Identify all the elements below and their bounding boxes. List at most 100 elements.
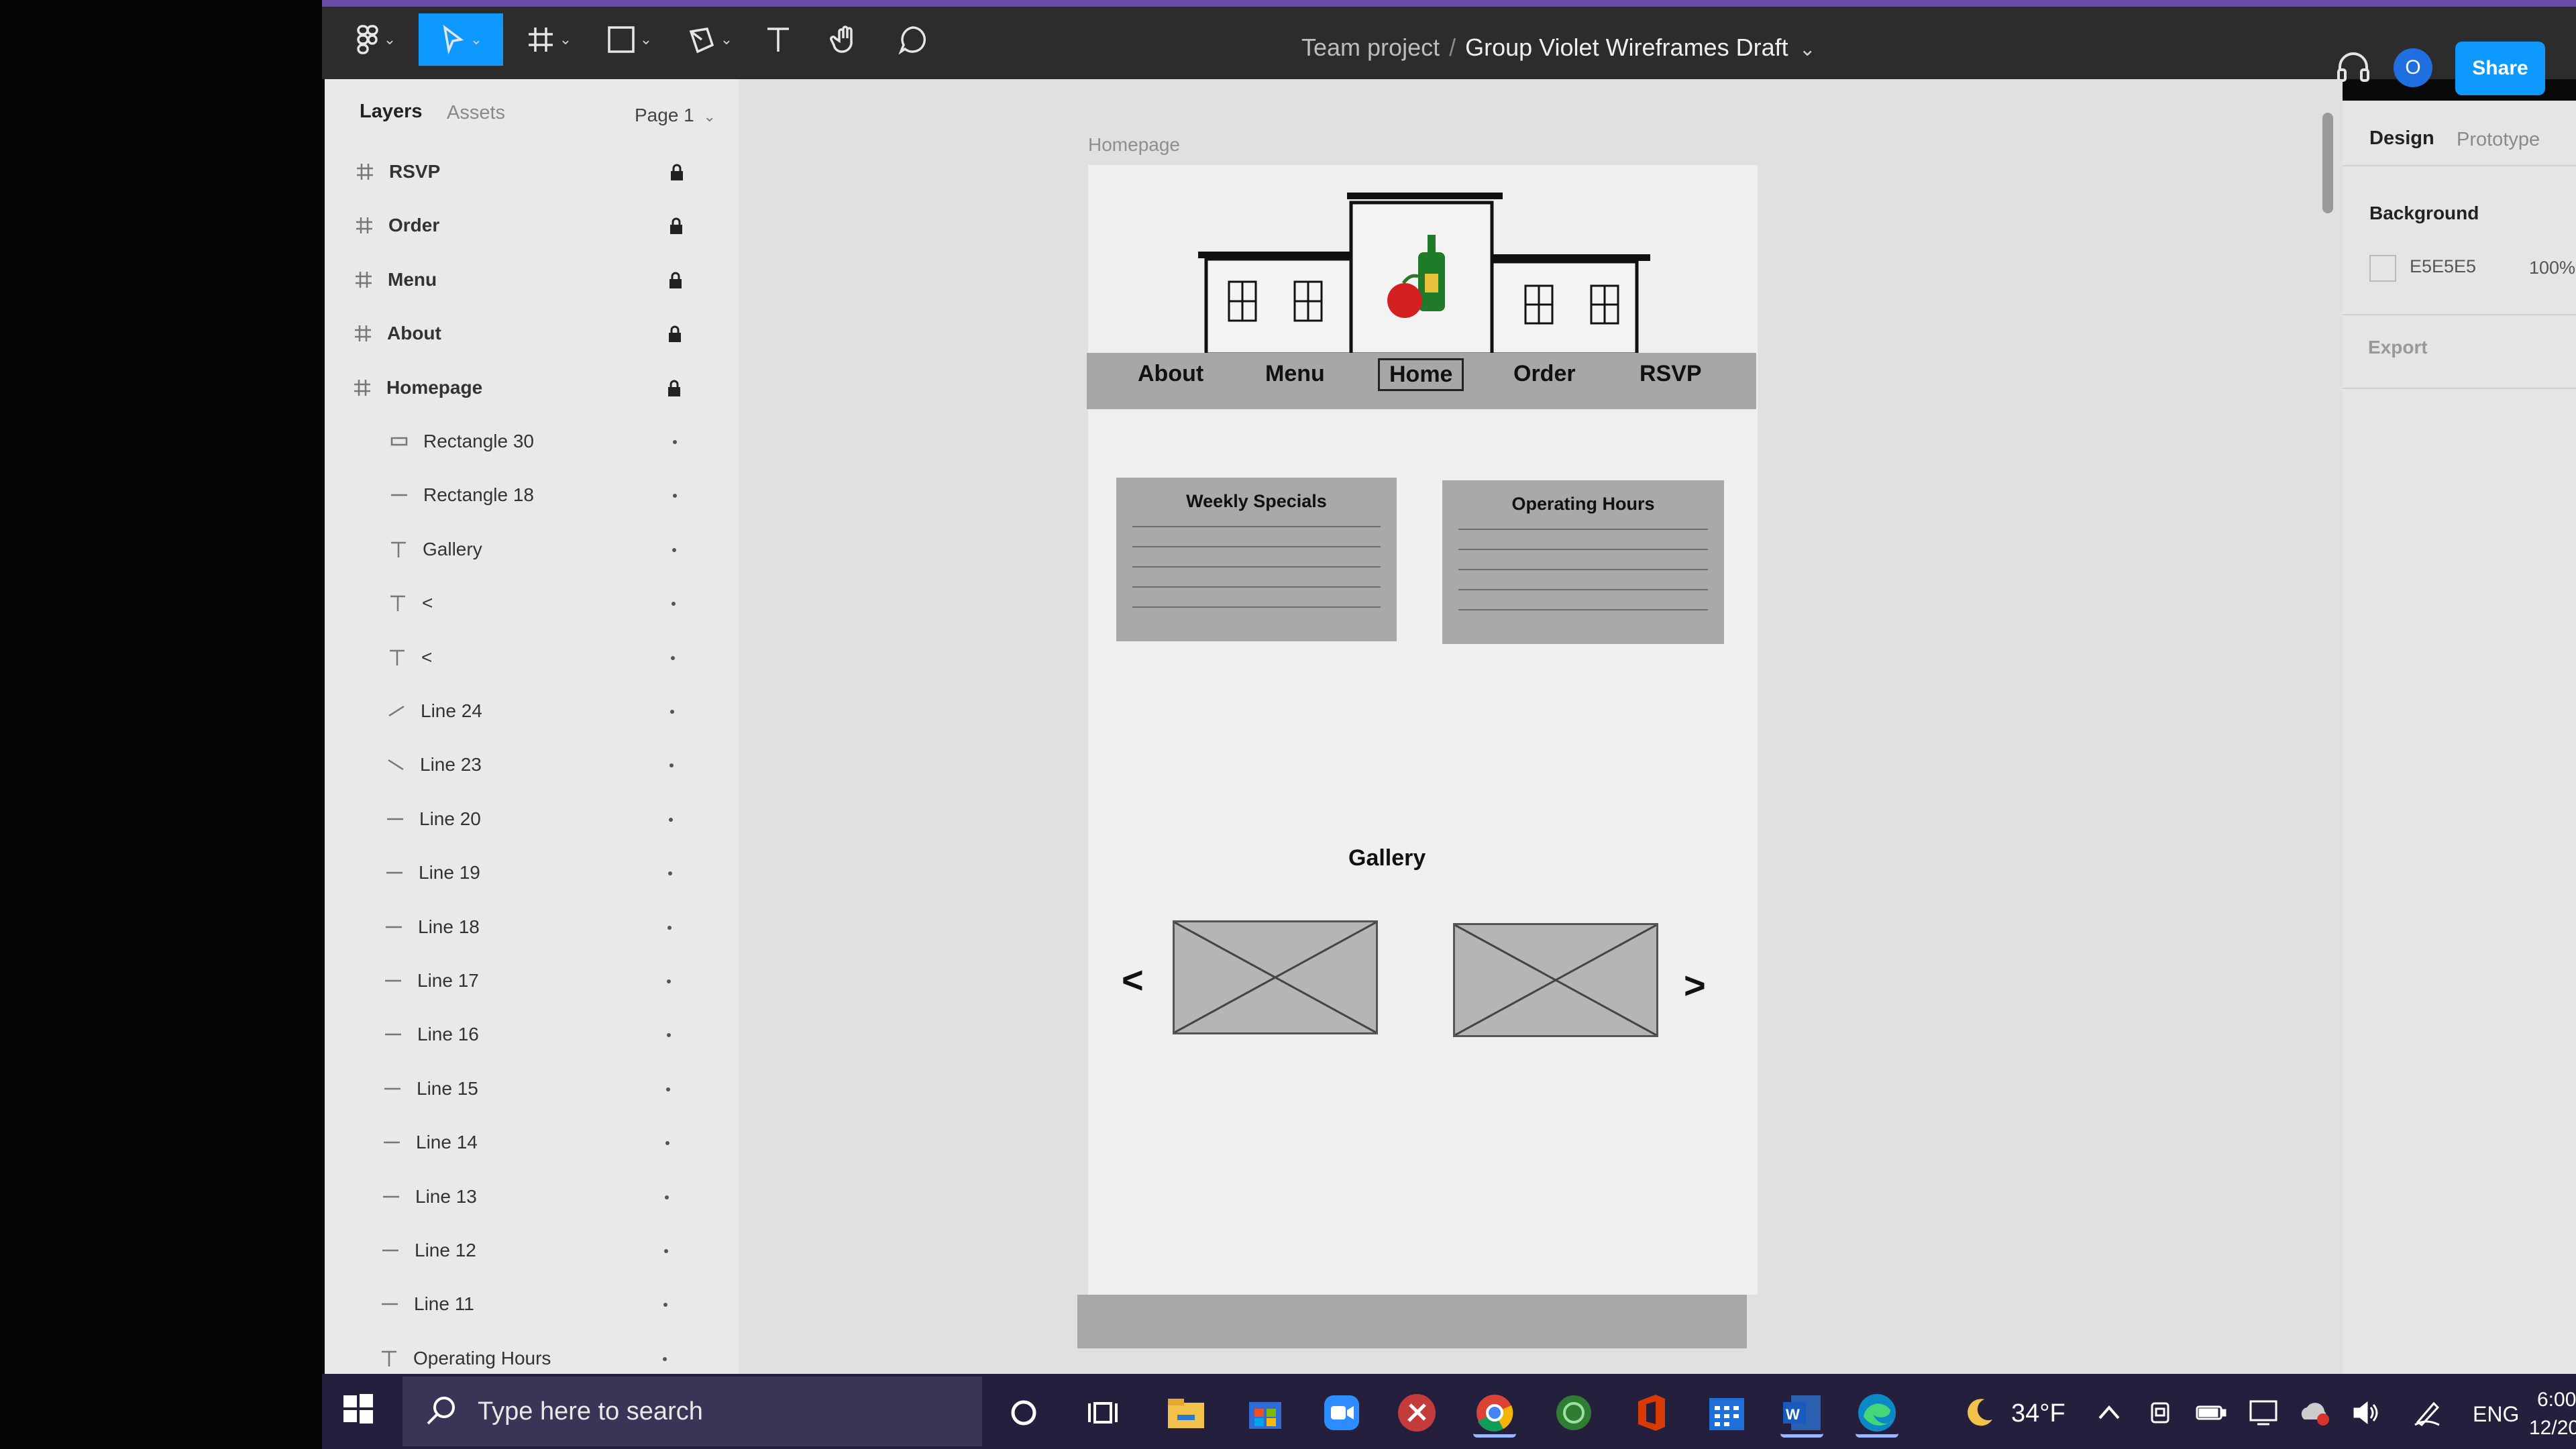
office-icon[interactable]	[1630, 1391, 1673, 1434]
gallery-title[interactable]: Gallery	[1348, 845, 1426, 871]
text-tool-button[interactable]	[758, 13, 798, 66]
layer-row[interactable]: Rectangle 18	[383, 475, 694, 515]
chevron-up-icon[interactable]	[2088, 1391, 2131, 1434]
visibility-dot-icon[interactable]	[664, 1249, 668, 1253]
layer-row[interactable]: RSVP	[349, 152, 698, 192]
comment-tool-button[interactable]	[890, 13, 936, 66]
chevron-down-icon[interactable]: ⌄	[1799, 38, 1816, 60]
main-menu-button[interactable]: ⌄	[349, 13, 402, 66]
task-view-icon[interactable]	[1081, 1391, 1124, 1434]
file-name[interactable]: Group Violet Wireframes Draft	[1465, 34, 1788, 61]
layer-row[interactable]: <	[382, 583, 693, 623]
edge-icon[interactable]	[1856, 1391, 1898, 1438]
share-button[interactable]: Share	[2455, 42, 2545, 95]
pen-tool-button[interactable]: ⌄	[678, 13, 742, 66]
layer-row[interactable]: Operating Hours	[373, 1338, 684, 1379]
lock-icon[interactable]	[667, 325, 682, 347]
layer-row[interactable]: Gallery	[382, 529, 694, 570]
layer-row[interactable]: Homepage	[346, 368, 695, 408]
lock-icon[interactable]	[668, 272, 683, 294]
visibility-dot-icon[interactable]	[665, 1195, 669, 1199]
tab-layers[interactable]: Layers	[360, 101, 423, 123]
visibility-dot-icon[interactable]	[672, 547, 676, 552]
tab-prototype[interactable]: Prototype	[2457, 129, 2540, 151]
tab-assets[interactable]: Assets	[447, 102, 505, 124]
nav-rsvp[interactable]: RSVP	[1640, 361, 1702, 387]
lock-icon[interactable]	[669, 217, 684, 239]
network-icon[interactable]	[2139, 1391, 2182, 1434]
gallery-next-arrow[interactable]: >	[1684, 963, 1706, 1007]
breadcrumb-team[interactable]: Team project	[1301, 34, 1440, 61]
avatar[interactable]: O	[2394, 48, 2432, 87]
clock-date[interactable]: 12/20/	[2529, 1417, 2576, 1440]
zoom-app-icon[interactable]	[1320, 1391, 1363, 1434]
calendar-app-icon[interactable]	[1705, 1391, 1748, 1434]
pen-workspace-icon[interactable]	[2406, 1391, 2449, 1434]
visibility-dot-icon[interactable]	[673, 494, 677, 498]
visibility-dot-icon[interactable]	[669, 763, 674, 768]
visibility-dot-icon[interactable]	[673, 440, 677, 444]
operating-hours-card[interactable]: Operating Hours	[1442, 480, 1724, 644]
nav-home[interactable]: Home	[1378, 358, 1464, 391]
gallery-image-placeholder[interactable]	[1453, 923, 1658, 1037]
layer-row[interactable]: Line 11	[374, 1284, 685, 1324]
weekly-specials-card[interactable]: Weekly Specials	[1116, 478, 1397, 641]
layer-row[interactable]: Line 12	[374, 1230, 686, 1271]
nav-order[interactable]: Order	[1513, 361, 1576, 387]
visibility-dot-icon[interactable]	[667, 1033, 671, 1038]
visibility-dot-icon[interactable]	[670, 710, 674, 714]
layer-row[interactable]: Line 24	[380, 691, 692, 731]
hand-tool-button[interactable]	[822, 13, 869, 66]
visibility-dot-icon[interactable]	[672, 602, 676, 606]
footer-bar[interactable]	[1077, 1295, 1747, 1348]
nav-menu[interactable]: Menu	[1265, 361, 1325, 387]
frame-tool-button[interactable]: ⌄	[517, 13, 581, 66]
layer-row[interactable]: Line 14	[376, 1122, 687, 1163]
windows-start-icon[interactable]	[342, 1393, 374, 1428]
visibility-dot-icon[interactable]	[663, 1356, 667, 1361]
layer-row[interactable]: Line 19	[378, 853, 690, 893]
display-icon[interactable]	[2242, 1391, 2285, 1434]
layer-row[interactable]: Line 20	[379, 799, 690, 839]
visibility-dot-icon[interactable]	[667, 925, 672, 930]
visibility-dot-icon[interactable]	[671, 655, 675, 660]
frame-label[interactable]: Homepage	[1088, 134, 1180, 156]
tab-design[interactable]: Design	[2369, 127, 2434, 150]
export-label[interactable]: Export	[2368, 337, 2428, 358]
battery-icon[interactable]	[2190, 1391, 2233, 1434]
layer-row[interactable]: Line 18	[378, 907, 689, 947]
canvas-scrollbar[interactable]	[2322, 113, 2333, 213]
layer-row[interactable]: About	[347, 313, 696, 354]
nav-about[interactable]: About	[1138, 361, 1203, 387]
cortana-icon[interactable]	[1002, 1391, 1045, 1434]
move-tool-button[interactable]: ⌄	[419, 13, 503, 66]
visibility-dot-icon[interactable]	[667, 979, 671, 983]
layer-row[interactable]: Line 13	[375, 1177, 686, 1217]
lock-icon[interactable]	[669, 164, 684, 186]
background-color-swatch[interactable]	[2369, 255, 2396, 282]
volume-icon[interactable]	[2345, 1391, 2388, 1434]
gallery-image-placeholder[interactable]	[1173, 920, 1378, 1034]
remote-desktop-icon[interactable]	[1395, 1391, 1438, 1434]
microsoft-store-icon[interactable]	[1244, 1391, 1287, 1434]
gallery-prev-arrow[interactable]: <	[1122, 958, 1144, 1002]
visibility-dot-icon[interactable]	[663, 1303, 667, 1307]
visibility-dot-icon[interactable]	[669, 817, 673, 822]
layer-row[interactable]: Line 15	[376, 1069, 688, 1109]
language-indicator[interactable]: ENG	[2473, 1402, 2519, 1427]
layer-row[interactable]: <	[381, 637, 692, 678]
lock-icon[interactable]	[667, 380, 682, 402]
onedrive-error-icon[interactable]	[2293, 1391, 2336, 1434]
layer-row[interactable]: Line 17	[377, 961, 688, 1001]
background-hex-input[interactable]: E5E5E5	[2410, 256, 2476, 277]
file-explorer-icon[interactable]	[1165, 1391, 1208, 1434]
layer-row[interactable]: Order	[348, 205, 697, 246]
shape-tool-button[interactable]: ⌄	[597, 13, 661, 66]
page-selector[interactable]: Page 1 ⌄	[635, 105, 716, 126]
xbox-app-icon[interactable]	[1552, 1391, 1595, 1434]
layer-row[interactable]: Menu	[347, 260, 696, 300]
clock-time[interactable]: 6:00	[2537, 1389, 2576, 1411]
chrome-icon[interactable]	[1473, 1391, 1516, 1438]
weather-temperature[interactable]: 34°F	[2011, 1399, 2065, 1428]
visibility-dot-icon[interactable]	[668, 871, 672, 876]
